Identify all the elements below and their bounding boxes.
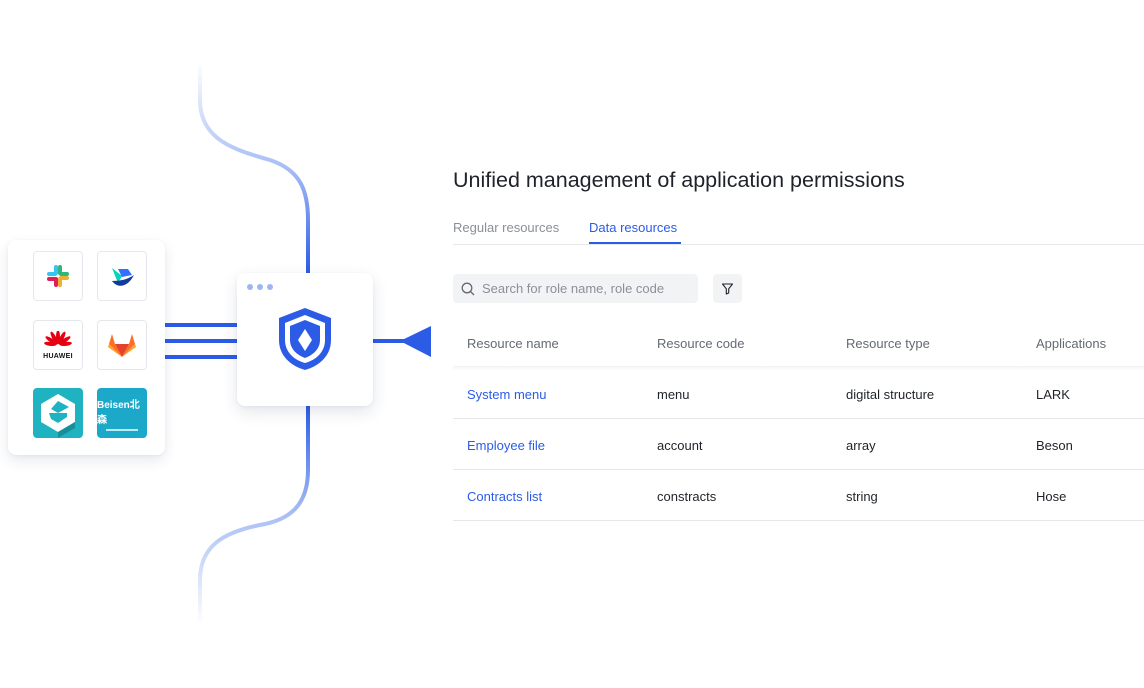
application-cell: Beson — [1036, 438, 1073, 453]
column-header-applications[interactable]: Applications — [1036, 336, 1106, 351]
huawei-tile[interactable]: HUAWEI — [33, 320, 83, 370]
slack-tile[interactable] — [33, 251, 83, 301]
feishu-tile[interactable] — [97, 251, 147, 301]
row-divider — [453, 520, 1144, 521]
resource-type-cell: digital structure — [846, 387, 935, 402]
filter-icon — [721, 283, 734, 295]
search-box — [453, 274, 698, 303]
bird-icon — [112, 268, 134, 286]
resource-name-link[interactable]: Contracts list — [467, 489, 542, 504]
more-dots-icon[interactable] — [246, 283, 276, 291]
top-connector — [198, 60, 310, 273]
link-bar-1 — [165, 323, 237, 327]
active-tab-indicator — [589, 242, 681, 244]
gitlab-tile[interactable] — [97, 320, 147, 370]
resource-name-link[interactable]: Employee file — [467, 438, 545, 453]
resource-code-cell: constracts — [657, 489, 717, 504]
column-header-resource-code[interactable]: Resource code — [657, 336, 744, 351]
beisen-tile[interactable]: Beisen北森 — [97, 388, 147, 438]
e-app-icon — [41, 394, 75, 438]
slack-icon — [47, 265, 69, 287]
beisen-label: Beisen北森 — [97, 399, 140, 426]
huawei-icon — [44, 330, 72, 346]
table-header-divider — [453, 366, 1144, 370]
arrow-head — [400, 326, 431, 357]
row-divider — [453, 418, 1144, 419]
column-header-resource-type[interactable]: Resource type — [846, 336, 930, 351]
resource-type-cell: string — [846, 489, 878, 504]
huawei-label: HUAWEI — [43, 352, 73, 360]
resource-name-link[interactable]: System menu — [467, 387, 546, 402]
filter-button[interactable] — [713, 274, 742, 303]
e-app-tile[interactable] — [33, 388, 83, 438]
link-bar-3 — [165, 355, 237, 359]
application-cell: LARK — [1036, 387, 1070, 402]
resource-code-cell: account — [657, 438, 703, 453]
shield-icon — [279, 308, 331, 370]
row-divider — [453, 469, 1144, 470]
page-title: Unified management of application permis… — [453, 168, 905, 192]
gitlab-icon — [108, 334, 136, 357]
resource-type-cell: array — [846, 438, 876, 453]
column-header-resource-name[interactable]: Resource name — [467, 336, 559, 351]
search-icon — [461, 282, 475, 295]
link-bar-2 — [165, 339, 237, 343]
resource-code-cell: menu — [657, 387, 690, 402]
beisen-tagline — [106, 428, 138, 431]
app-integrations-card: HUAWEI Beisen北森 — [8, 240, 165, 455]
bottom-connector — [198, 406, 310, 625]
search-input[interactable] — [480, 280, 694, 297]
application-cell: Hose — [1036, 489, 1067, 504]
tabs-divider — [453, 244, 1144, 245]
tab-data-resources[interactable]: Data resources — [589, 220, 677, 235]
tab-regular-resources[interactable]: Regular resources — [453, 220, 559, 235]
permission-hub-card — [237, 273, 373, 406]
